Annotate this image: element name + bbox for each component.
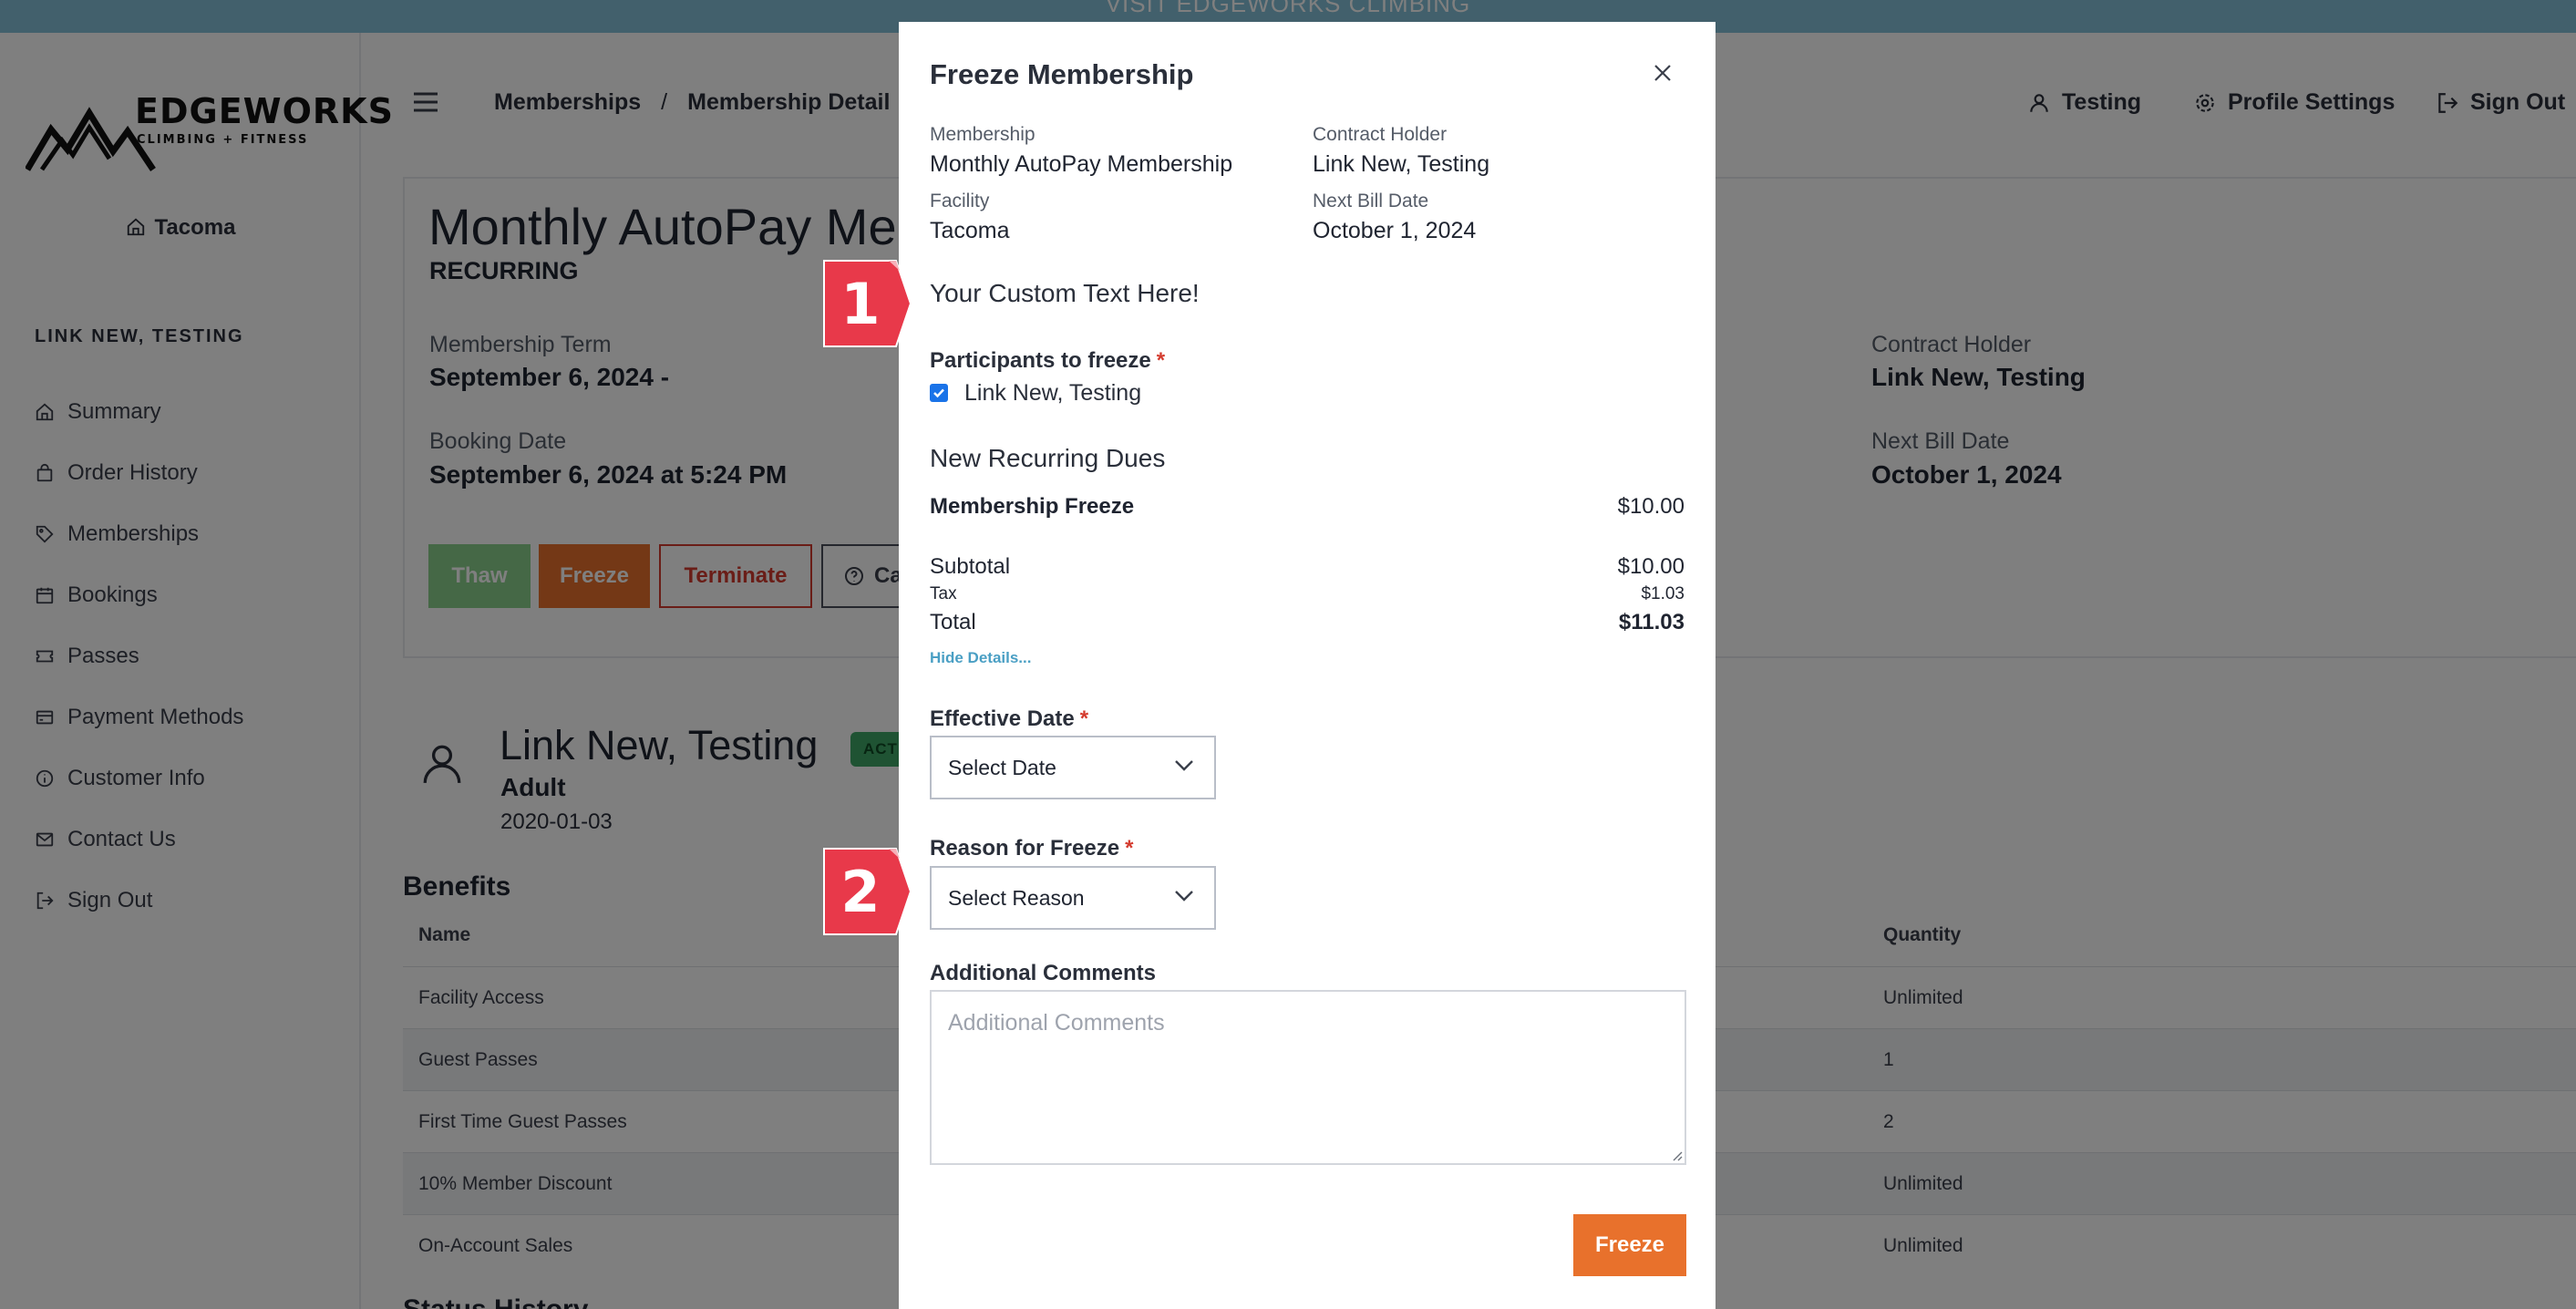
modal-next-bill-value: October 1, 2024 — [1313, 218, 1477, 243]
freeze-membership-modal: Freeze Membership Membership Monthly Aut… — [899, 22, 1716, 1309]
chevron-down-icon — [1175, 760, 1193, 771]
reason-select[interactable]: Select Reason — [930, 866, 1216, 930]
dues-title: New Recurring Dues — [930, 444, 1166, 472]
effective-date-label-text: Effective Date — [930, 706, 1075, 731]
comments-label: Additional Comments — [930, 961, 1157, 985]
comments-textarea[interactable]: Additional Comments — [930, 990, 1686, 1165]
submit-freeze-button[interactable]: Freeze — [1573, 1214, 1686, 1276]
modal-holder-label: Contract Holder — [1313, 124, 1448, 145]
participant-checkbox[interactable] — [930, 384, 948, 402]
resize-handle-icon[interactable] — [1670, 1149, 1683, 1161]
callout-marker-2: 2 — [823, 848, 912, 940]
participants-label: Participants to freeze * — [930, 348, 1165, 374]
modal-facility-value: Tacoma — [930, 218, 1010, 243]
total-value: $11.03 — [1618, 610, 1685, 634]
callout-marker-1: 1 — [823, 260, 912, 352]
participants-label-text: Participants to freeze — [930, 348, 1151, 373]
effective-date-value: Select Date — [948, 755, 1056, 779]
modal-holder-value: Link New, Testing — [1313, 151, 1490, 177]
callout-number: 2 — [840, 858, 881, 925]
line-item-amount: $10.00 — [1617, 494, 1685, 519]
required-mark: * — [1079, 706, 1089, 731]
tax-label: Tax — [930, 584, 957, 603]
hide-details-link[interactable]: Hide Details... — [930, 649, 1031, 667]
line-item-name: Membership Freeze — [930, 494, 1135, 519]
required-mark: * — [1156, 348, 1166, 373]
check-icon — [933, 388, 944, 398]
effective-date-select[interactable]: Select Date — [930, 736, 1216, 799]
modal-next-bill-label: Next Bill Date — [1313, 191, 1429, 211]
required-mark: * — [1125, 836, 1134, 861]
effective-date-label: Effective Date * — [930, 706, 1088, 732]
chevron-down-icon — [1175, 891, 1193, 902]
total-label: Total — [930, 610, 976, 634]
comments-placeholder: Additional Comments — [948, 1010, 1165, 1036]
reason-label-text: Reason for Freeze — [930, 836, 1120, 861]
reason-value: Select Reason — [948, 885, 1085, 910]
modal-title: Freeze Membership — [930, 58, 1194, 90]
participant-checkbox-label[interactable]: Link New, Testing — [964, 380, 1141, 407]
reason-label: Reason for Freeze * — [930, 836, 1133, 861]
subtotal-value: $10.00 — [1617, 554, 1685, 579]
subtotal-label: Subtotal — [930, 554, 1011, 579]
tax-value: $1.03 — [1641, 584, 1685, 603]
callout-number: 1 — [840, 270, 881, 337]
modal-membership-value: Monthly AutoPay Membership — [930, 151, 1233, 177]
modal-facility-label: Facility — [930, 191, 990, 211]
close-icon[interactable] — [1652, 62, 1674, 84]
modal-membership-label: Membership — [930, 124, 1036, 145]
custom-text: Your Custom Text Here! — [930, 279, 1200, 307]
